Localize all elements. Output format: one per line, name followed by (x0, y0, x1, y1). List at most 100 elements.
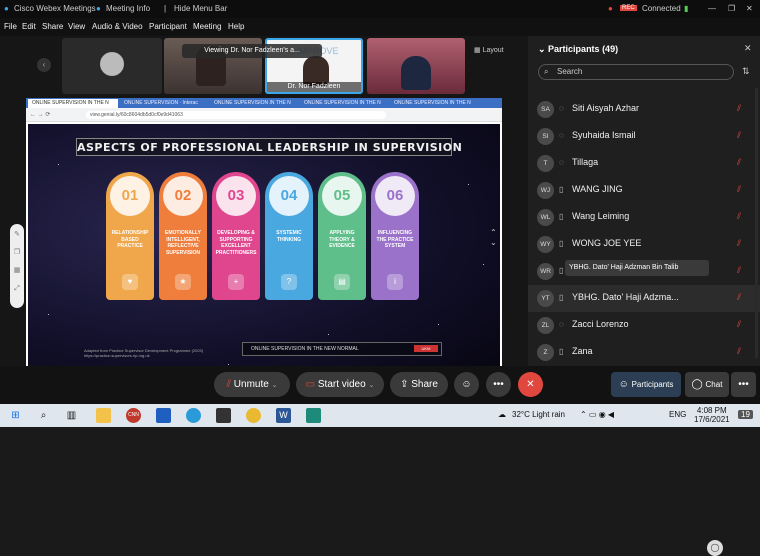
close-window-button[interactable]: ✕ (746, 4, 753, 13)
task-view-icon[interactable]: ▥ (64, 408, 79, 423)
mic-muted-icon[interactable]: ⫽ (737, 184, 741, 195)
card-text: APPLYING THEORY & EVIDENCE (329, 230, 355, 249)
tray-icons[interactable]: ⌃ ▭ ◉ ◀ (580, 410, 614, 419)
cnn-app-icon[interactable]: CNN (126, 408, 141, 423)
participant-row-hovered[interactable]: YT ▯ YBHG. Dato' Haji Adzma... ◯ ⫽ (528, 285, 760, 556)
clock[interactable]: 4:08 PM 17/6/2021 (694, 406, 730, 424)
windows-start-icon[interactable]: ⊞ (8, 408, 23, 423)
participant-row[interactable]: WY ▯ WONG JOE YEE ⫽ (528, 231, 760, 258)
sort-icon[interactable]: ⇅ (742, 66, 750, 77)
avatar: WL (537, 209, 554, 226)
participant-search-input[interactable]: ⌕ Search (538, 64, 734, 80)
participants-button[interactable]: ☺ Participants (611, 372, 681, 397)
clock-time: 4:08 PM (696, 406, 727, 415)
url-field[interactable]: view.genial.ly/60c8604db5d0cf0e9d41063 (86, 111, 386, 119)
chrome-icon[interactable] (246, 408, 261, 423)
webex-taskbar-icon[interactable] (306, 408, 321, 423)
scrollbar[interactable] (755, 88, 758, 358)
maximize-button[interactable]: ❐ (728, 4, 735, 13)
mic-muted-icon[interactable]: ⫽ (737, 238, 741, 249)
browser-tab[interactable]: ONLINE SUPERVISION IN THE N (28, 99, 118, 108)
participant-row[interactable]: SI ◌ Syuhaida Ismail ⫽ (528, 123, 760, 150)
video-tile-4[interactable] (367, 38, 465, 94)
menu-share[interactable]: Share (42, 22, 63, 31)
chevron-left-icon[interactable]: ‹ (37, 58, 51, 72)
hide-menu-bar-button[interactable]: Hide Menu Bar (174, 4, 227, 13)
word-icon[interactable]: W (276, 408, 291, 423)
card-number: 04 (269, 176, 309, 216)
input-language[interactable]: ENG (669, 410, 686, 419)
video-tile-1[interactable] (62, 38, 162, 94)
chat-button[interactable]: ◯ Chat (685, 372, 729, 397)
avatar: WJ (537, 182, 554, 199)
menu-bar: File Edit Share View Audio & Video Parti… (0, 18, 760, 36)
headset-icon: ◌ (559, 158, 564, 167)
nav-arrows-icon[interactable]: ← → ⟳ (30, 111, 50, 118)
panel-more-button[interactable]: ••• (731, 372, 756, 397)
menu-audio-video[interactable]: Audio & Video (92, 22, 143, 31)
participant-row[interactable]: WL ▯ Wang Leiming ⫽ (528, 204, 760, 231)
mic-muted-icon[interactable]: ⫽ (737, 130, 741, 141)
participant-name: Siti Aisyah Azhar (572, 103, 640, 113)
participants-panel: ⌄ Participants (49) ✕ ⌕ Search ⇅ SA ◌ Si… (528, 36, 760, 556)
minimize-button[interactable]: — (708, 4, 716, 13)
file-explorer-icon[interactable] (96, 408, 111, 423)
mic-muted-icon[interactable]: ⫽ (737, 292, 741, 303)
mic-muted-icon[interactable]: ⫽ (737, 211, 741, 222)
mic-muted-icon[interactable]: ⫽ (737, 157, 741, 168)
start-video-button[interactable]: ▭ Start video ⌄ (296, 372, 384, 397)
mic-muted-icon[interactable]: ⫽ (737, 103, 741, 114)
participant-row[interactable]: ZL ◌ Zacci Lorenzo ⫽ (528, 312, 760, 339)
chat-bubble-icon[interactable]: ◯ (707, 540, 723, 556)
browser-tab[interactable]: ONLINE SUPERVISION IN THE N (390, 99, 478, 108)
copy-icon[interactable]: ❐ (10, 246, 24, 260)
mic-muted-icon[interactable]: ⫽ (737, 265, 741, 276)
unmute-button[interactable]: ⫽ Unmute ⌄ (214, 372, 290, 397)
mic-muted-icon[interactable]: ⫽ (737, 319, 741, 330)
participant-row[interactable]: SA ◌ Siti Aisyah Azhar ⫽ (528, 96, 760, 123)
participants-title[interactable]: ⌄ Participants (49) (538, 44, 618, 55)
layout-button[interactable]: ▦ Layout (474, 46, 504, 54)
reactions-button[interactable]: ☺ (454, 372, 479, 397)
share-button[interactable]: ⇪ Share (390, 372, 448, 397)
more-options-button[interactable]: ••• (486, 372, 511, 397)
grid-icon[interactable]: ▦ (10, 264, 24, 278)
participant-row[interactable]: WJ ▯ WANG JING ⫽ (528, 177, 760, 204)
store-icon[interactable] (216, 408, 231, 423)
participants-count: Participants (49) (548, 44, 619, 54)
mic-muted-icon[interactable]: ⫽ (737, 346, 741, 357)
participant-row[interactable]: T ◌ Tillaga ⫽ (528, 150, 760, 177)
mail-icon[interactable] (156, 408, 171, 423)
slide-card-1: 01 RELATIONSHIP BASED PRACTICE ♥ (106, 172, 154, 300)
browser-tab[interactable]: ONLINE SUPERVISION · Interac (120, 99, 208, 108)
menu-edit[interactable]: Edit (22, 22, 36, 31)
card-text: SYSTEMIC THINKING (276, 230, 302, 243)
browser-tab[interactable]: ONLINE SUPERVISION IN THE N (210, 99, 298, 108)
participant-row[interactable]: Z ▯ Zana ⫽ (528, 339, 760, 366)
participant-name: WANG JING (572, 184, 623, 194)
edge-browser-icon[interactable] (186, 408, 201, 423)
close-icon[interactable]: ✕ (744, 43, 752, 54)
shared-screen[interactable]: ONLINE SUPERVISION IN THE N ONLINE SUPER… (26, 98, 502, 388)
card-text: EMOTIONALLY INTELLIGENT, REFLECTIVE SUPE… (165, 230, 201, 256)
menu-file[interactable]: File (4, 22, 17, 31)
chevron-down-icon[interactable]: ⌄ (272, 382, 278, 389)
browser-tab[interactable]: ONLINE SUPERVISION IN THE N (300, 99, 388, 108)
menu-participant[interactable]: Participant (149, 22, 187, 31)
notification-badge[interactable]: 19 (738, 410, 753, 419)
close-icon: ✕ (526, 379, 535, 390)
menu-meeting[interactable]: Meeting (193, 22, 221, 31)
weather-status[interactable]: 32°C Light rain (512, 410, 565, 419)
leave-meeting-button[interactable]: ✕ (518, 372, 543, 397)
chevron-down-icon[interactable]: ⌄ (368, 382, 374, 389)
search-icon[interactable]: ⌕ (36, 408, 51, 423)
presentation-slide: ASPECTS OF PROFESSIONAL LEADERSHIP IN SU… (28, 124, 500, 386)
expand-icon[interactable]: ⤢ (10, 282, 24, 296)
menu-view[interactable]: View (68, 22, 85, 31)
slide-nav-arrows[interactable]: ⌃ ⌄ (490, 228, 497, 248)
slide-credit: Adapted from Practice Supervisor Develop… (84, 348, 204, 358)
meeting-info-button[interactable]: Meeting Info (106, 4, 150, 13)
pointer-icon[interactable]: ✎ (10, 228, 24, 242)
menu-help[interactable]: Help (228, 22, 244, 31)
annotation-toolbar: ✎ ❐ ▦ ⤢ (10, 224, 24, 308)
